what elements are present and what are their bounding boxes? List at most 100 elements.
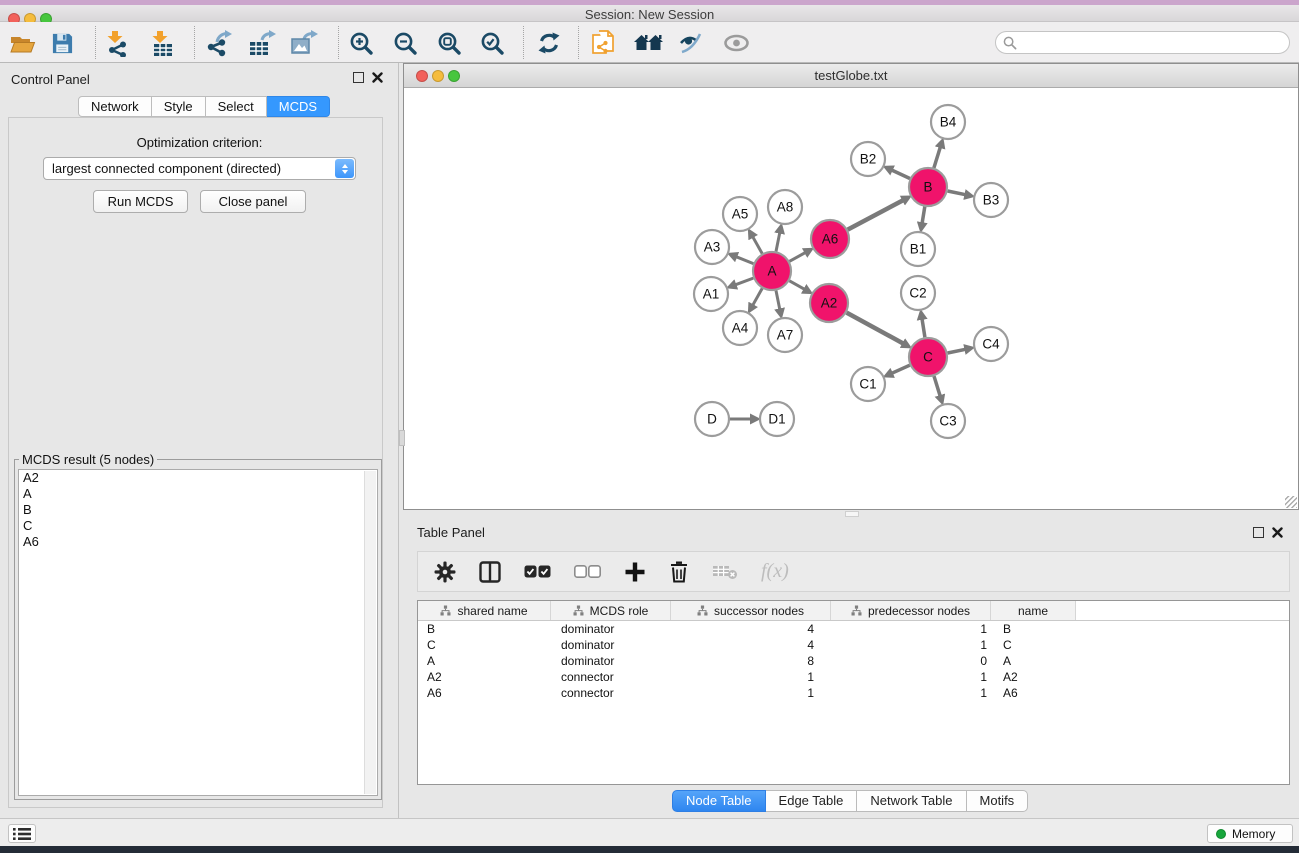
show-columns-icon[interactable] xyxy=(479,561,501,583)
mcds-result-item[interactable]: A6 xyxy=(19,534,377,550)
float-panel-icon[interactable] xyxy=(353,72,364,83)
column-header-name[interactable]: name xyxy=(991,601,1076,620)
tab-style[interactable]: Style xyxy=(152,96,206,117)
import-table-icon[interactable] xyxy=(146,29,180,57)
search-field[interactable] xyxy=(995,31,1290,54)
add-column-icon[interactable] xyxy=(624,561,646,583)
tab-edge-table[interactable]: Edge Table xyxy=(766,790,858,812)
close-panel-button[interactable]: Close panel xyxy=(200,190,306,213)
column-header-predecessor-nodes[interactable]: predecessor nodes xyxy=(831,601,991,620)
horizontal-splitter-handle[interactable] xyxy=(845,511,859,517)
edge-A-A4[interactable] xyxy=(753,288,763,305)
tab-mcds[interactable]: MCDS xyxy=(267,96,330,117)
edge-C-C1[interactable] xyxy=(892,365,910,373)
cell-successor-nodes[interactable]: 1 xyxy=(671,686,831,700)
cell-successor-nodes[interactable]: 1 xyxy=(671,670,831,684)
table-row[interactable]: Bdominator41B xyxy=(418,621,1289,637)
cell-successor-nodes[interactable]: 4 xyxy=(671,622,831,636)
table-settings-gear-icon[interactable] xyxy=(434,561,456,583)
column-header-mcds-role[interactable]: MCDS role xyxy=(551,601,671,620)
delete-table-icon[interactable] xyxy=(712,564,738,580)
edge-A-A1[interactable] xyxy=(735,278,753,285)
style-preview-icon[interactable] xyxy=(674,29,708,57)
memory-button[interactable]: Memory xyxy=(1207,824,1293,843)
edge-C-C2[interactable] xyxy=(922,319,925,338)
export-network-icon[interactable] xyxy=(201,29,235,57)
cell-shared-name[interactable]: A xyxy=(418,654,551,668)
task-history-button[interactable] xyxy=(8,824,36,843)
edge-B-B4[interactable] xyxy=(934,147,941,168)
cell-successor-nodes[interactable]: 8 xyxy=(671,654,831,668)
edge-B-B2[interactable] xyxy=(892,170,910,179)
export-image-icon[interactable] xyxy=(287,29,321,57)
table-row[interactable]: Adominator80A xyxy=(418,653,1289,669)
zoom-selected-icon[interactable] xyxy=(475,29,509,57)
cell-predecessor-nodes[interactable]: 1 xyxy=(831,670,991,684)
tab-motifs[interactable]: Motifs xyxy=(967,790,1029,812)
edge-A-A3[interactable] xyxy=(736,257,753,264)
cell-name[interactable]: C xyxy=(991,638,1076,652)
close-panel-icon[interactable] xyxy=(372,72,383,83)
mcds-result-item[interactable]: A xyxy=(19,486,377,502)
export-table-icon[interactable] xyxy=(245,29,279,57)
tab-node-table[interactable]: Node Table xyxy=(672,790,766,812)
edge-A-A2[interactable] xyxy=(789,281,804,290)
edge-A-A6[interactable] xyxy=(790,253,806,262)
node-table[interactable]: shared nameMCDS rolesuccessor nodesprede… xyxy=(417,600,1290,785)
cell-predecessor-nodes[interactable]: 1 xyxy=(831,686,991,700)
home-icon[interactable] xyxy=(631,29,665,57)
show-hide-panels-icon[interactable] xyxy=(719,29,753,57)
deselect-all-rows-icon[interactable] xyxy=(574,565,601,578)
edge-A-A7[interactable] xyxy=(776,291,780,310)
zoom-fit-icon[interactable] xyxy=(432,29,466,57)
edge-B-B3[interactable] xyxy=(948,191,966,195)
edge-A2-C[interactable] xyxy=(847,313,904,344)
cell-mcds-role[interactable]: dominator xyxy=(551,654,671,668)
cell-shared-name[interactable]: B xyxy=(418,622,551,636)
mcds-result-item[interactable]: B xyxy=(19,502,377,518)
session-titlebar[interactable]: Session: New Session xyxy=(0,5,1299,22)
cell-shared-name[interactable]: A2 xyxy=(418,670,551,684)
run-mcds-button[interactable]: Run MCDS xyxy=(93,190,188,213)
mcds-result-item[interactable]: A2 xyxy=(19,470,377,486)
cell-mcds-role[interactable]: connector xyxy=(551,670,671,684)
cell-mcds-role[interactable]: dominator xyxy=(551,622,671,636)
cell-name[interactable]: A6 xyxy=(991,686,1076,700)
cell-name[interactable]: A2 xyxy=(991,670,1076,684)
table-row[interactable]: Cdominator41C xyxy=(418,637,1289,653)
select-all-rows-icon[interactable] xyxy=(524,565,551,578)
float-table-panel-icon[interactable] xyxy=(1253,527,1264,538)
zoom-in-icon[interactable] xyxy=(344,29,378,57)
column-header-successor-nodes[interactable]: successor nodes xyxy=(671,601,831,620)
tab-network-table[interactable]: Network Table xyxy=(857,790,966,812)
table-row[interactable]: A2connector11A2 xyxy=(418,669,1289,685)
window-resize-grip[interactable] xyxy=(1285,496,1297,508)
network-graph[interactable]: AA1A2A3A4A5A6A7A8BB1B2B3B4CC1C2C3C4DD1 xyxy=(404,89,1298,509)
cell-predecessor-nodes[interactable]: 1 xyxy=(831,638,991,652)
refresh-icon[interactable] xyxy=(532,29,566,57)
edge-A-A8[interactable] xyxy=(776,233,780,252)
table-header-row[interactable]: shared nameMCDS rolesuccessor nodesprede… xyxy=(418,601,1289,621)
cell-predecessor-nodes[interactable]: 1 xyxy=(831,622,991,636)
edge-C-C3[interactable] xyxy=(934,376,940,396)
criterion-dropdown[interactable]: largest connected component (directed) xyxy=(43,157,356,180)
network-window-titlebar[interactable]: testGlobe.txt xyxy=(404,64,1298,88)
cell-name[interactable]: A xyxy=(991,654,1076,668)
import-network-icon[interactable] xyxy=(101,29,135,57)
cell-mcds-role[interactable]: connector xyxy=(551,686,671,700)
mcds-result-item[interactable]: C xyxy=(19,518,377,534)
edge-A6-B[interactable] xyxy=(848,200,904,230)
close-table-panel-icon[interactable] xyxy=(1272,527,1283,538)
cell-shared-name[interactable]: C xyxy=(418,638,551,652)
delete-column-trash-icon[interactable] xyxy=(669,560,689,583)
function-builder-icon[interactable]: f(x) xyxy=(761,560,789,583)
mcds-result-list[interactable]: A2ABCA6 xyxy=(18,469,378,796)
network-canvas[interactable]: AA1A2A3A4A5A6A7A8BB1B2B3B4CC1C2C3C4DD1 xyxy=(404,89,1298,509)
vertical-splitter-handle[interactable] xyxy=(399,430,405,446)
mcds-list-scrollbar[interactable] xyxy=(364,471,376,794)
table-row[interactable]: A6connector11A6 xyxy=(418,685,1289,701)
edge-A-A5[interactable] xyxy=(753,237,763,254)
zoom-out-icon[interactable] xyxy=(388,29,422,57)
cell-name[interactable]: B xyxy=(991,622,1076,636)
save-session-icon[interactable] xyxy=(45,29,79,57)
